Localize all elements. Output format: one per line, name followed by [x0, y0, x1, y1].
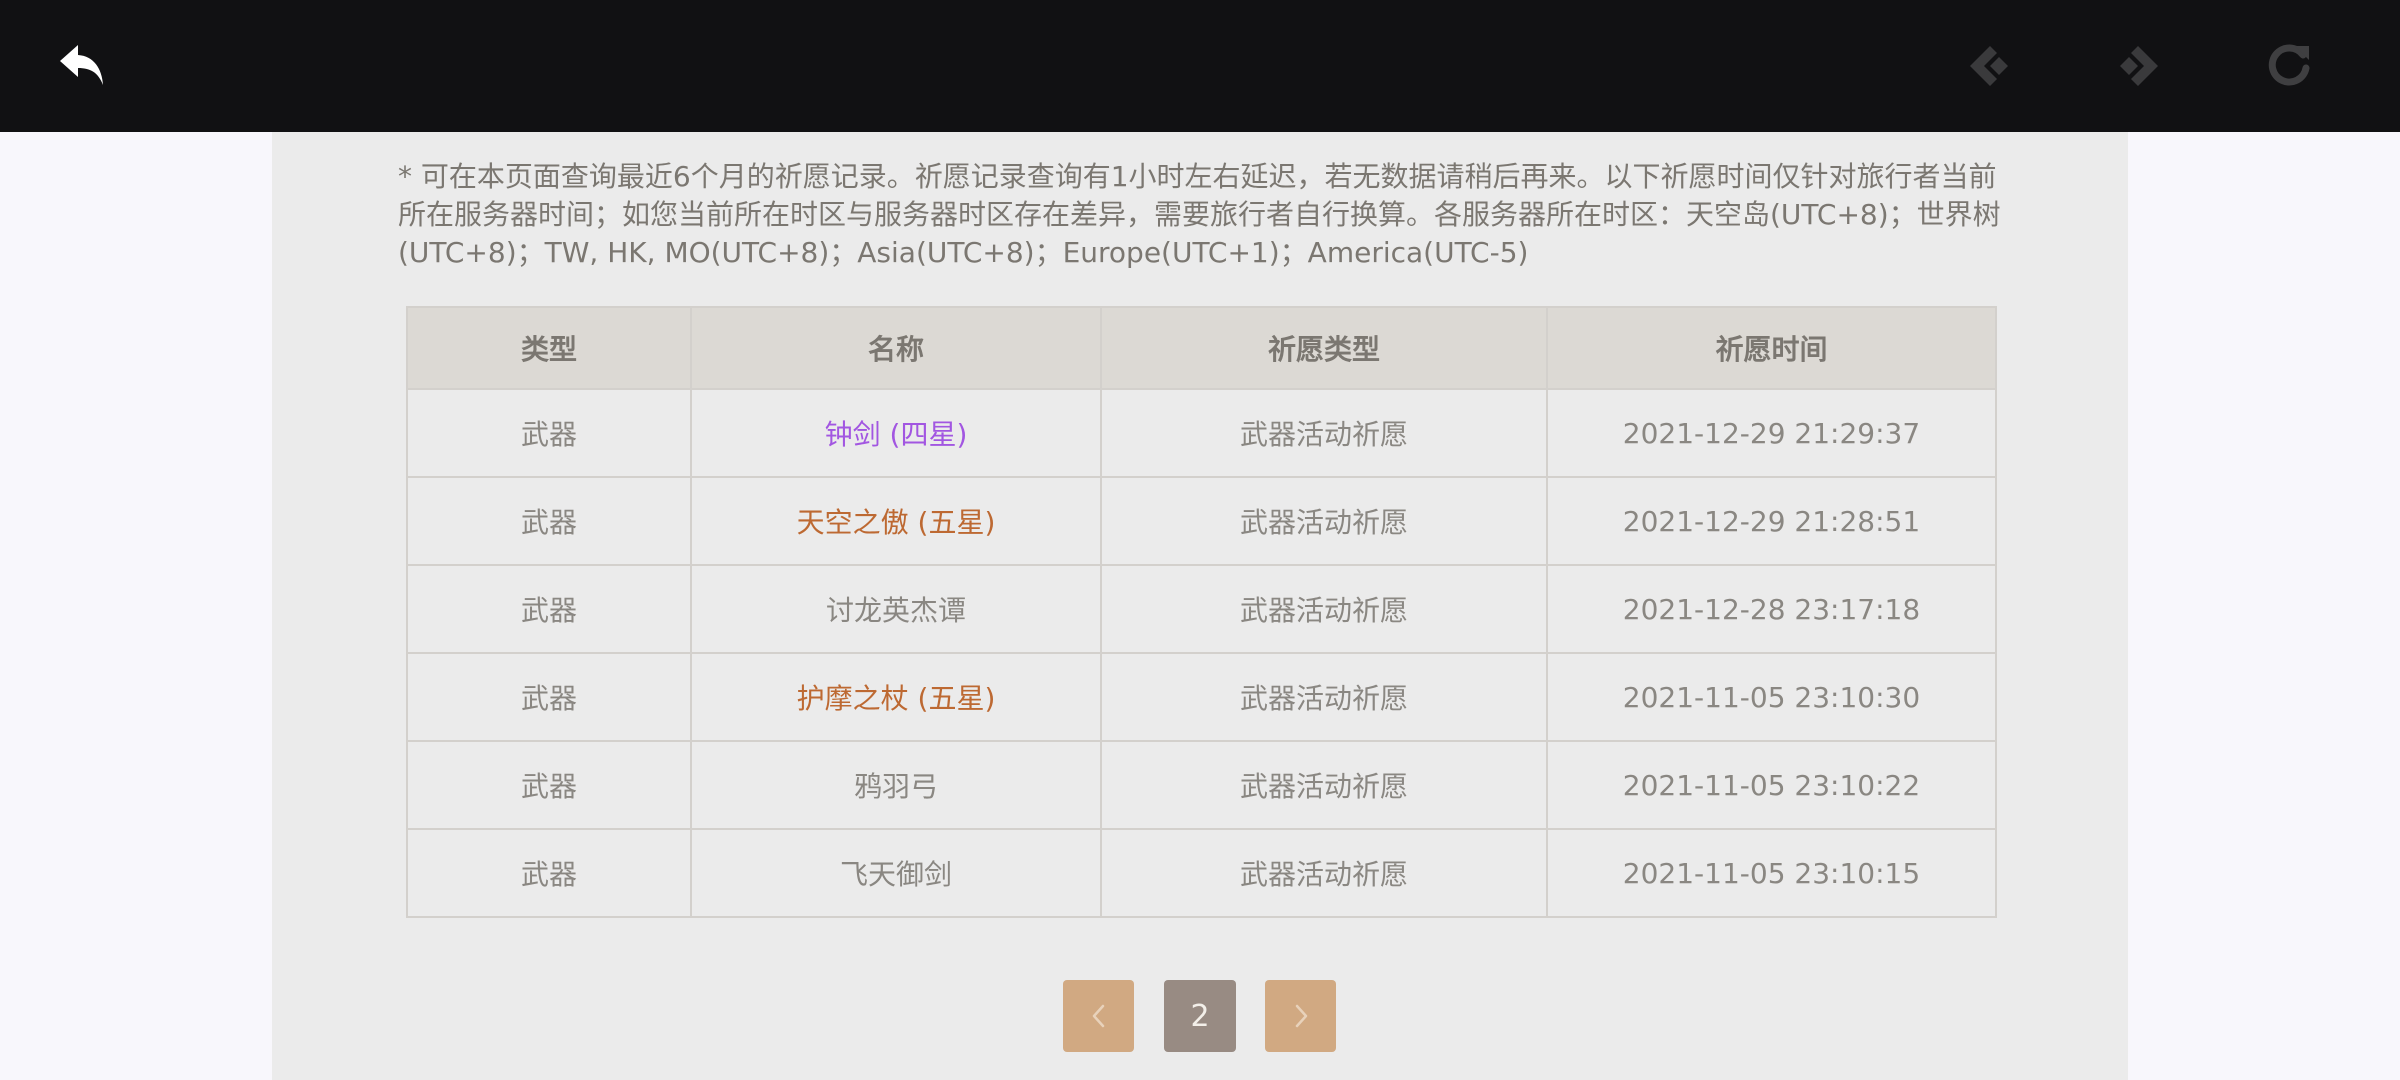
- table-header-row: 类型 名称 祈愿类型 祈愿时间: [406, 306, 1997, 390]
- cell-type: 武器: [406, 828, 692, 918]
- table-row: 武器 护摩之杖 (五星) 武器活动祈愿 2021-11-05 23:10:30: [406, 652, 1997, 742]
- cell-type: 武器: [406, 388, 692, 478]
- undo-arrow-icon: [60, 45, 103, 85]
- cell-type: 武器: [406, 652, 692, 742]
- cell-time: 2021-11-05 23:10:30: [1546, 652, 1997, 742]
- cell-type: 武器: [406, 476, 692, 566]
- cell-time: 2021-12-28 23:17:18: [1546, 564, 1997, 654]
- pagination-prev-button[interactable]: [1063, 980, 1134, 1052]
- cell-wish-type: 武器活动祈愿: [1100, 564, 1548, 654]
- cell-time: 2021-11-05 23:10:15: [1546, 828, 1997, 918]
- cell-name: 飞天御剑: [690, 828, 1102, 918]
- notice-text: * 可在本页面查询最近6个月的祈愿记录。祈愿记录查询有1小时左右延迟，若无数据请…: [398, 160, 2001, 269]
- cell-wish-type: 武器活动祈愿: [1100, 652, 1548, 742]
- table-row: 武器 鸦羽弓 武器活动祈愿 2021-11-05 23:10:22: [406, 740, 1997, 830]
- cell-name: 鸦羽弓: [690, 740, 1102, 830]
- cell-type: 武器: [406, 740, 692, 830]
- reload-button[interactable]: [2259, 36, 2319, 96]
- pagination-next-button[interactable]: [1265, 980, 1336, 1052]
- header-wish-type: 祈愿类型: [1100, 306, 1548, 390]
- browser-toolbar: [0, 0, 2400, 132]
- current-page-number: 2: [1190, 998, 1210, 1034]
- header-wish-time: 祈愿时间: [1546, 306, 1997, 390]
- cell-wish-type: 武器活动祈愿: [1100, 740, 1548, 830]
- cell-name: 天空之傲 (五星): [690, 476, 1102, 566]
- cell-type: 武器: [406, 564, 692, 654]
- cell-time: 2021-12-29 21:28:51: [1546, 476, 1997, 566]
- header-name: 名称: [690, 306, 1102, 390]
- cell-name: 钟剑 (四星): [690, 388, 1102, 478]
- table-row: 武器 钟剑 (四星) 武器活动祈愿 2021-12-29 21:29:37: [406, 388, 1997, 478]
- chevron-left-icon: [1092, 1004, 1104, 1028]
- wish-history-panel: * 可在本页面查询最近6个月的祈愿记录。祈愿记录查询有1小时左右延迟，若无数据请…: [272, 132, 2128, 1080]
- back-button[interactable]: [53, 36, 113, 96]
- cell-wish-type: 武器活动祈愿: [1100, 828, 1548, 918]
- cell-name: 讨龙英杰谭: [690, 564, 1102, 654]
- chevron-right-icon: [1295, 1004, 1307, 1028]
- back-nav-icon: [1970, 46, 2008, 86]
- pagination-current-page[interactable]: 2: [1164, 980, 1236, 1052]
- cell-wish-type: 武器活动祈愿: [1100, 388, 1548, 478]
- wish-record-table: 类型 名称 祈愿类型 祈愿时间 武器 钟剑 (四星) 武器活动祈愿 2021-1…: [406, 306, 1997, 918]
- table-row: 武器 讨龙英杰谭 武器活动祈愿 2021-12-28 23:17:18: [406, 564, 1997, 654]
- cell-time: 2021-12-29 21:29:37: [1546, 388, 1997, 478]
- cell-wish-type: 武器活动祈愿: [1100, 476, 1548, 566]
- table-row: 武器 天空之傲 (五星) 武器活动祈愿 2021-12-29 21:28:51: [406, 476, 1997, 566]
- prev-page-nav-button[interactable]: [1960, 36, 2020, 96]
- cell-name: 护摩之杖 (五星): [690, 652, 1102, 742]
- refresh-icon: [2268, 44, 2310, 86]
- table-row: 武器 飞天御剑 武器活动祈愿 2021-11-05 23:10:15: [406, 828, 1997, 918]
- header-type: 类型: [406, 306, 692, 390]
- cell-time: 2021-11-05 23:10:22: [1546, 740, 1997, 830]
- next-page-nav-button[interactable]: [2108, 36, 2168, 96]
- forward-nav-icon: [2120, 46, 2158, 86]
